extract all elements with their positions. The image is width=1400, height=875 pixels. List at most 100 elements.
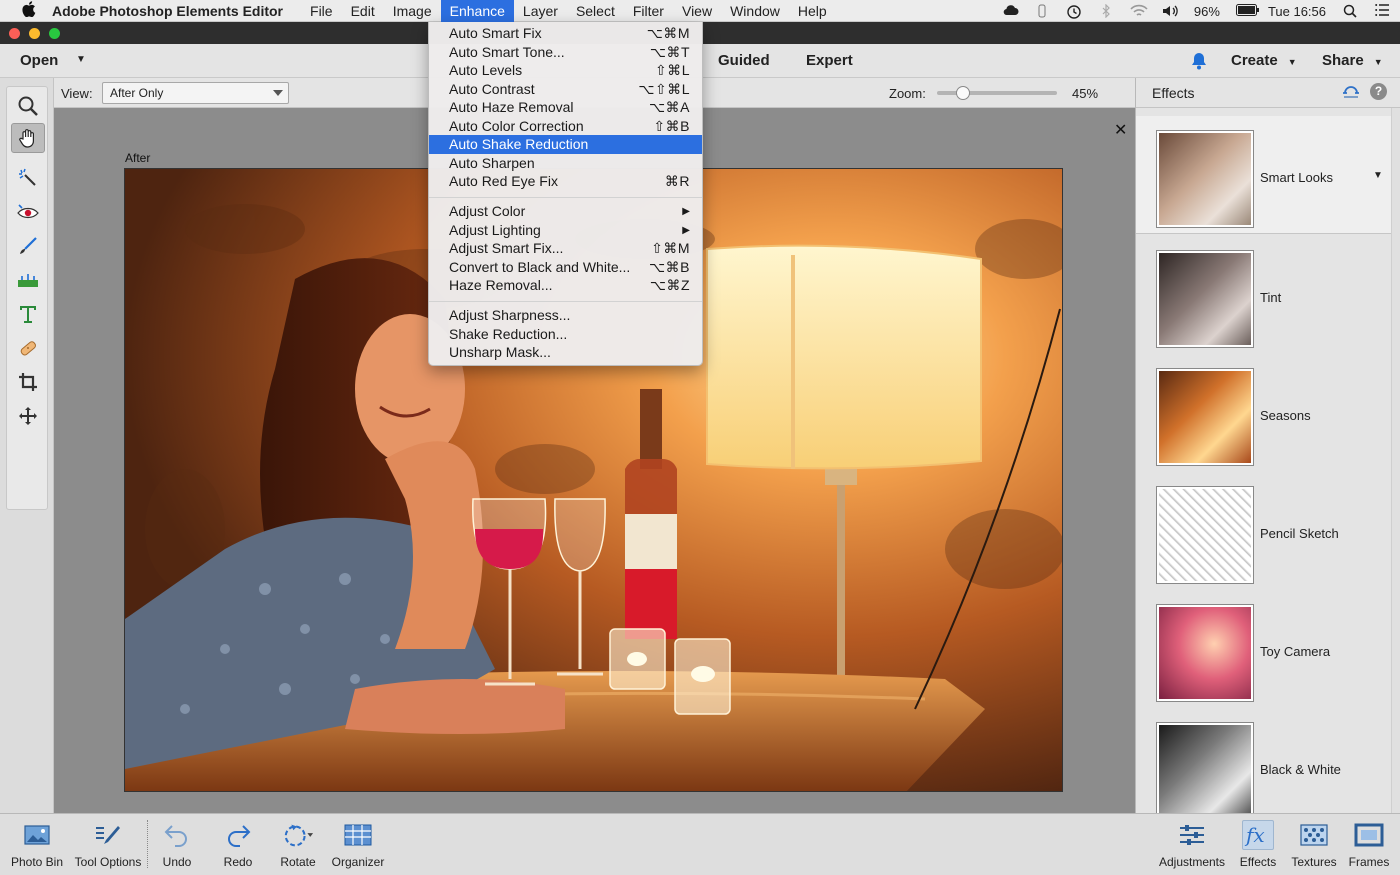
effect-item-seasons[interactable]: Seasons [1136,354,1391,472]
apple-icon[interactable] [18,0,40,21]
menu-item-shake-reduction[interactable]: Shake Reduction... [429,325,702,344]
mode-expert[interactable]: Expert [806,52,853,69]
quick-selection-icon[interactable] [11,163,45,193]
time-machine-icon[interactable] [1066,4,1082,19]
zoom-slider-handle[interactable] [956,86,970,100]
menu-edit[interactable]: Edit [342,0,384,22]
tool-options-button[interactable]: Tool Options [70,814,146,875]
zoom-slider[interactable] [937,86,1057,100]
view-caption: After [125,151,151,165]
effect-label: Pencil Sketch [1260,526,1339,541]
menu-item-auto-smart-tone[interactable]: Auto Smart Tone... ⌥⌘T [429,43,702,62]
create-button[interactable]: Create ▼ [1231,52,1297,69]
open-button[interactable]: Open [20,52,58,69]
rotate-button[interactable]: Rotate [271,814,325,875]
spotlight-search-icon[interactable] [1342,4,1358,18]
mode-guided[interactable]: Guided [718,52,770,69]
volume-icon[interactable] [1162,4,1178,18]
menu-item-convert-black-white[interactable]: Convert to Black and White... ⌥⌘B [429,258,702,277]
menu-item-auto-smart-fix[interactable]: Auto Smart Fix ⌥⌘M [429,24,702,43]
menu-item-auto-haze-removal[interactable]: Auto Haze Removal ⌥⌘A [429,98,702,117]
effects-panel-title: Effects [1152,85,1195,101]
move-icon[interactable] [11,401,45,431]
straighten-icon[interactable] [11,265,45,295]
rotate-icon [282,820,314,850]
hand-icon[interactable] [11,123,45,153]
shortcut: ⌘R [664,173,690,189]
share-button[interactable]: Share ▼ [1322,52,1383,69]
menu-item-label: Convert to Black and White... [449,258,631,275]
menu-item-auto-shake-reduction[interactable]: Auto Shake Reduction [429,135,702,154]
effect-item-black-white[interactable]: Black & White [1136,708,1391,826]
brush-icon[interactable] [11,231,45,261]
view-select[interactable]: After Only [102,82,289,104]
help-icon[interactable]: ? [1370,83,1387,100]
zoom-icon[interactable] [11,91,45,121]
reset-panel-icon[interactable] [1342,84,1360,100]
open-dropdown-icon[interactable]: ▼ [76,54,86,65]
menu-item-adjust-sharpness[interactable]: Adjust Sharpness... [429,306,702,325]
menu-item-auto-color-correction[interactable]: Auto Color Correction ⇧⌘B [429,117,702,136]
notifications-bell-icon[interactable] [1188,50,1210,72]
effect-item-tint[interactable]: Tint [1136,236,1391,354]
menu-image[interactable]: Image [384,0,441,22]
spot-healing-icon[interactable] [11,333,45,363]
shortcut: ⌥⌘Z [649,277,690,293]
chevron-down-icon[interactable]: ▼ [1373,170,1383,181]
redo-button[interactable]: Redo [211,814,265,875]
create-label: Create [1231,52,1278,69]
battery-percent[interactable]: 96% [1194,4,1220,19]
battery-widget-icon[interactable] [1034,4,1050,18]
bluetooth-icon[interactable] [1098,3,1114,19]
menu-item-auto-sharpen[interactable]: Auto Sharpen [429,154,702,173]
undo-label: Undo [162,855,192,869]
menu-select[interactable]: Select [567,0,624,22]
menu-layer[interactable]: Layer [514,0,567,22]
organizer-button[interactable]: Organizer [328,814,388,875]
menu-file[interactable]: File [301,0,342,22]
app-name[interactable]: Adobe Photoshop Elements Editor [52,3,283,19]
clock[interactable]: Tue 16:56 [1268,4,1326,19]
undo-button[interactable]: Undo [150,814,204,875]
close-window-button[interactable] [9,28,20,39]
zoom-value[interactable]: 45% [1072,86,1098,101]
zoom-window-button[interactable] [49,28,60,39]
wifi-icon[interactable] [1130,4,1148,18]
zoom-label: Zoom: [889,86,926,101]
adjustments-button[interactable]: Adjustments [1155,814,1229,875]
share-dropdown-icon: ▼ [1373,57,1383,67]
frames-button[interactable]: Frames [1344,814,1394,875]
menu-item-haze-removal[interactable]: Haze Removal... ⌥⌘Z [429,276,702,295]
textures-button[interactable]: Textures [1288,814,1340,875]
menu-item-adjust-lighting[interactable]: Adjust Lighting ▶ [429,221,702,240]
effect-item-smart-looks[interactable]: Smart Looks ▼ [1136,116,1391,234]
menu-item-label: Haze Removal... [449,277,553,293]
menu-item-label: Auto Red Eye Fix [449,173,558,189]
menu-item-auto-contrast[interactable]: Auto Contrast ⌥⇧⌘L [429,80,702,99]
close-image-icon[interactable]: ✕ [1114,120,1127,140]
menu-enhance[interactable]: Enhance [440,0,514,22]
minimize-window-button[interactable] [29,28,40,39]
effect-item-toy-camera[interactable]: Toy Camera [1136,590,1391,708]
view-label: View: [61,86,93,101]
creative-cloud-icon[interactable] [1002,4,1019,18]
enhance-menu: Auto Smart Fix ⌥⌘M Auto Smart Tone... ⌥⌘T … [428,22,703,366]
redo-label: Redo [223,855,253,869]
menu-help[interactable]: Help [789,0,836,22]
effects-scrollbar[interactable] [1391,108,1400,813]
menu-filter[interactable]: Filter [624,0,673,22]
effect-item-pencil-sketch[interactable]: Pencil Sketch [1136,472,1391,590]
effects-button[interactable]: fx Effects [1234,814,1282,875]
photo-bin-button[interactable]: Photo Bin [5,814,69,875]
menu-item-unsharp-mask[interactable]: Unsharp Mask... [429,343,702,362]
menu-item-auto-red-eye-fix[interactable]: Auto Red Eye Fix ⌘R [429,172,702,191]
type-icon[interactable] [11,299,45,329]
red-eye-icon[interactable] [11,197,45,227]
notification-center-icon[interactable] [1374,4,1390,18]
menu-item-adjust-color[interactable]: Adjust Color ▶ [429,202,702,221]
menu-item-adjust-smart-fix[interactable]: Adjust Smart Fix... ⇧⌘M [429,239,702,258]
crop-icon[interactable] [11,367,45,397]
menu-view[interactable]: View [673,0,721,22]
menu-item-auto-levels[interactable]: Auto Levels ⇧⌘L [429,61,702,80]
menu-window[interactable]: Window [721,0,789,22]
